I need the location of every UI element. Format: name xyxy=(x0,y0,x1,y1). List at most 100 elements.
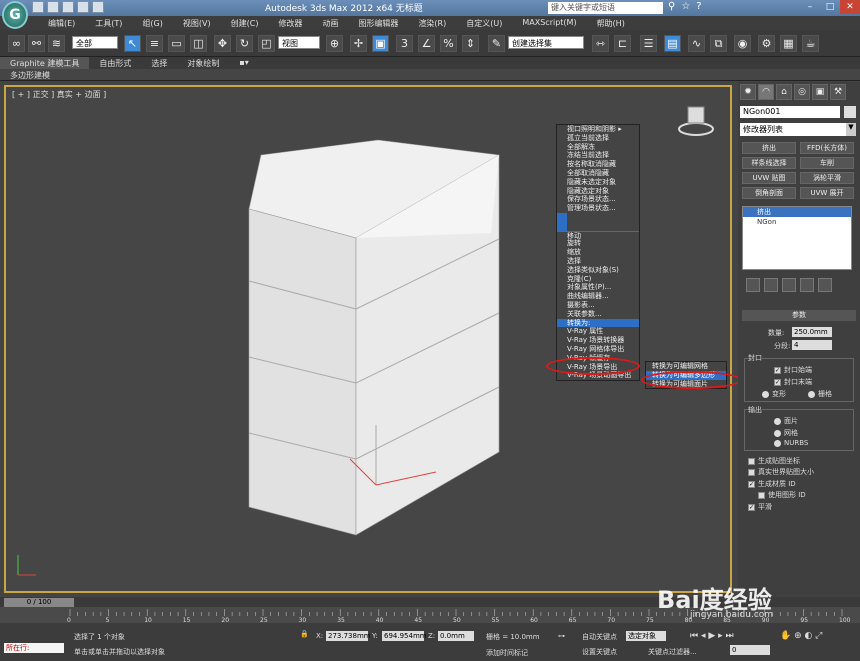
schematic-view-icon[interactable]: ⧉ xyxy=(710,35,727,52)
menu-item-unhide-by-name[interactable]: 按名称取消隐藏 xyxy=(557,160,639,169)
menu-item-scale[interactable]: 缩放 xyxy=(557,248,639,257)
menu-views[interactable]: 视图(V) xyxy=(173,16,221,30)
real-world-checkbox[interactable]: 真实世界贴图大小 xyxy=(748,467,814,477)
menu-item-select[interactable]: 选择 xyxy=(557,257,639,266)
menu-edit[interactable]: 编辑(E) xyxy=(38,16,85,30)
x-coordinate[interactable]: 273.738mm xyxy=(326,631,371,641)
title-icons[interactable]: ⚲ ☆? xyxy=(668,1,702,12)
object-name-field[interactable]: NGon001 xyxy=(740,106,840,118)
select-manipulate-icon[interactable]: ✢ xyxy=(350,35,367,52)
render-icon[interactable]: ☕ xyxy=(802,35,819,52)
tab-freeform[interactable]: 自由形式 xyxy=(89,57,141,69)
curve-editor-icon[interactable]: ∿ xyxy=(688,35,705,52)
cap-end-checkbox[interactable]: ✓ 封口末端 xyxy=(774,377,812,387)
rect-selection-icon[interactable]: ▭ xyxy=(168,35,185,52)
scale-icon[interactable]: ◰ xyxy=(258,35,275,52)
command-panel-tabs[interactable]: ✹ ◠ ⌂ ◎ ▣ ⚒ xyxy=(740,84,846,100)
menu-group[interactable]: 组(G) xyxy=(132,16,172,30)
lathe-button[interactable]: 车削 xyxy=(800,157,854,169)
menu-item-vray-mesh-export[interactable]: V-Ray 网格体导出 xyxy=(557,345,639,354)
window-controls[interactable]: – □ ✕ xyxy=(800,0,860,14)
menu-item-object-properties[interactable]: 对象属性(P)... xyxy=(557,283,639,292)
menu-item-unfreeze-all[interactable]: 全部解冻 xyxy=(557,143,639,152)
uvw-map-button[interactable]: UVW 贴图 xyxy=(742,172,796,184)
menu-item-vray-scene-converter[interactable]: V-Ray 场景转换器 xyxy=(557,336,639,345)
snaps-toggle-icon[interactable]: 3 xyxy=(396,35,413,52)
turbosmooth-button[interactable]: 涡轮平滑 xyxy=(800,172,854,184)
menu-item-blank-2[interactable] xyxy=(557,221,567,231)
tab-object-paint[interactable]: 对象绘制 xyxy=(177,57,229,69)
maximize-icon[interactable]: □ xyxy=(820,0,840,14)
ffd-box-button[interactable]: FFD(长方体) xyxy=(800,142,854,154)
move-icon[interactable]: ✥ xyxy=(214,35,231,52)
stack-buttons[interactable] xyxy=(746,278,832,292)
menu-item-viewport-lighting[interactable]: 视口照明和阴影 ▸ xyxy=(557,125,639,134)
gen-mat-ids-checkbox[interactable]: ✓ 生成材质 ID xyxy=(748,479,796,489)
rotate-icon[interactable]: ↻ xyxy=(236,35,253,52)
menu-item-manage-scene-states[interactable]: 管理场景状态... xyxy=(557,204,639,213)
menu-item-clone[interactable]: 克隆(C) xyxy=(557,275,639,284)
bevel-profile-button[interactable]: 倒角剖面 xyxy=(742,187,796,199)
create-tab-icon[interactable]: ✹ xyxy=(740,84,756,100)
current-frame-input[interactable]: 0 xyxy=(730,645,770,655)
gen-mapping-checkbox[interactable]: 生成贴图坐标 xyxy=(748,456,800,466)
menu-item-dope-sheet[interactable]: 摄影表... xyxy=(557,301,639,310)
window-crossing-icon[interactable]: ◫ xyxy=(190,35,207,52)
menu-item-hide-selected[interactable]: 隐藏选定对象 xyxy=(557,187,639,196)
tab-selection[interactable]: 选择 xyxy=(141,57,177,69)
unlink-icon[interactable]: ⚯ xyxy=(28,35,45,52)
viewcube-icon[interactable] xyxy=(678,101,714,137)
segments-input[interactable]: 4 xyxy=(792,340,832,350)
menu-item-blank-1[interactable] xyxy=(557,212,567,222)
link-icon[interactable]: ∞ xyxy=(8,35,25,52)
named-selection-dropdown[interactable]: 创建选择集 xyxy=(508,36,584,49)
extrude-button[interactable]: 挤出 xyxy=(742,142,796,154)
select-object-icon[interactable]: ↖ xyxy=(124,35,141,52)
help-icon[interactable]: ? xyxy=(696,1,701,12)
parameters-rollout-header[interactable]: 参数 xyxy=(742,310,856,321)
menu-animation[interactable]: 动画 xyxy=(312,16,348,30)
remove-modifier-icon[interactable] xyxy=(800,278,814,292)
output-nurbs-radio[interactable]: NURBS xyxy=(774,439,808,447)
app-logo-icon[interactable]: G xyxy=(2,1,28,29)
save-icon[interactable] xyxy=(62,1,74,13)
display-tab-icon[interactable]: ▣ xyxy=(812,84,828,100)
undo-icon[interactable] xyxy=(77,1,89,13)
morph-radio[interactable]: 变形 xyxy=(762,389,786,399)
modify-tab-icon[interactable]: ◠ xyxy=(758,84,774,100)
smooth-checkbox[interactable]: ✓ 平滑 xyxy=(748,502,772,512)
hierarchy-tab-icon[interactable]: ⌂ xyxy=(776,84,792,100)
menu-item-wire-parameters[interactable]: 关联参数... xyxy=(557,310,639,319)
output-mesh-radio[interactable]: 网格 xyxy=(774,428,798,438)
reference-coord-dropdown[interactable]: 视图 xyxy=(278,36,320,49)
modifier-stack[interactable]: 挤出 NGon xyxy=(742,206,852,270)
menu-item-hide-unselected[interactable]: 隐藏未选定对象 xyxy=(557,178,639,187)
menu-item-rotate[interactable]: 旋转 xyxy=(557,239,639,248)
edit-named-sets-icon[interactable]: ✎ xyxy=(488,35,505,52)
close-icon[interactable]: ✕ xyxy=(840,0,860,14)
output-patch-radio[interactable]: 面片 xyxy=(774,416,798,426)
maxscript-listener[interactable]: 所在行: xyxy=(4,643,64,653)
graphite-toggle-icon[interactable]: ▤ xyxy=(664,35,681,52)
menu-create[interactable]: 创建(C) xyxy=(221,16,269,30)
object-color-swatch[interactable] xyxy=(844,106,856,118)
selected-set-dropdown[interactable]: 选定对象 xyxy=(626,631,666,641)
new-icon[interactable] xyxy=(32,1,44,13)
configure-sets-icon[interactable] xyxy=(818,278,832,292)
menu-maxscript[interactable]: MAXScript(M) xyxy=(512,16,586,30)
star-icon[interactable]: ☆ xyxy=(681,1,690,12)
modifier-list-dropdown[interactable]: 修改器列表 xyxy=(740,123,846,136)
auto-key-button[interactable]: 自动关键点 xyxy=(582,632,617,642)
bind-space-warp-icon[interactable]: ≋ xyxy=(48,35,65,52)
make-unique-icon[interactable] xyxy=(782,278,796,292)
z-coordinate[interactable]: 0.0mm xyxy=(438,631,474,641)
menu-item-unhide-all[interactable]: 全部取消隐藏 xyxy=(557,169,639,178)
menu-help[interactable]: 帮助(H) xyxy=(587,16,635,30)
percent-snap-icon[interactable]: % xyxy=(440,35,457,52)
menu-customize[interactable]: 自定义(U) xyxy=(456,16,512,30)
stack-item-ngon[interactable]: NGon xyxy=(743,217,851,227)
selection-filter-dropdown[interactable]: 全部 xyxy=(72,36,118,49)
spline-select-button[interactable]: 样条线选择 xyxy=(742,157,796,169)
menu-modifiers[interactable]: 修改器 xyxy=(268,16,312,30)
add-time-tag[interactable]: 添加时间标记 xyxy=(486,648,528,658)
